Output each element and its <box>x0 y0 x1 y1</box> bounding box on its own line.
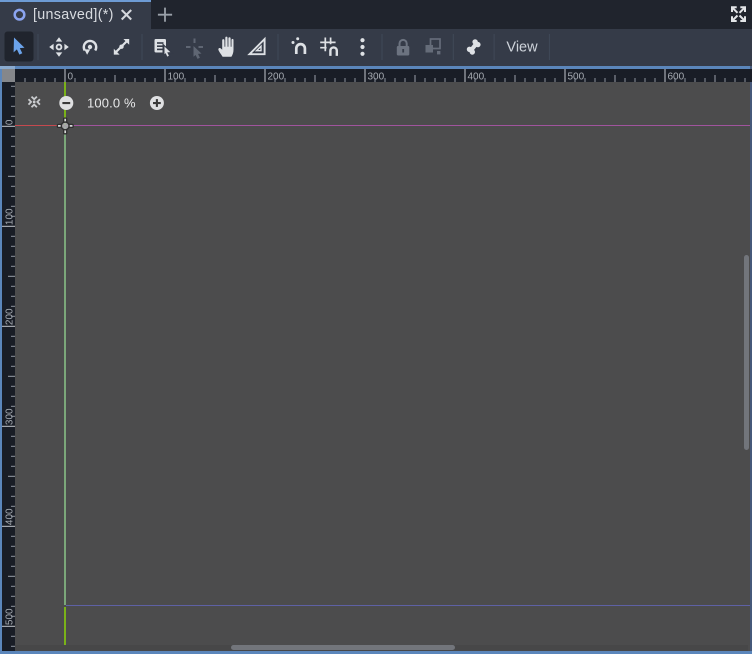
svg-text:100.0 %: 100.0 % <box>87 96 136 111</box>
